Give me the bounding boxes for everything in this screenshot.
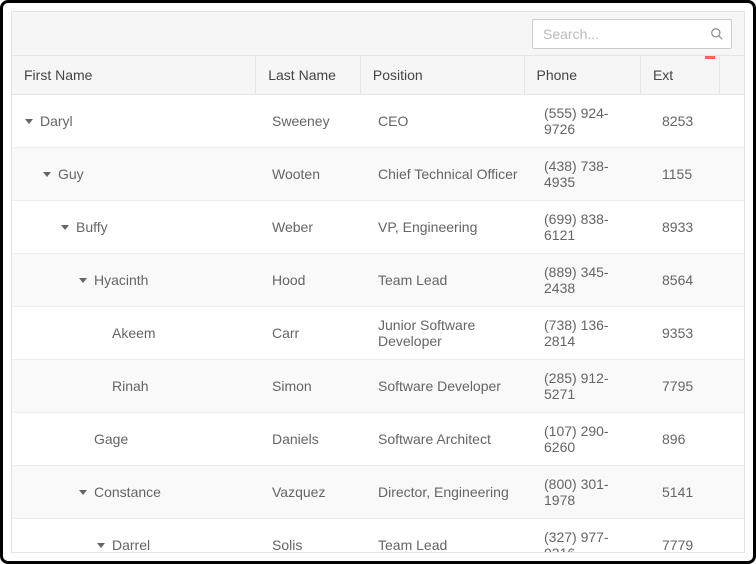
- table-row[interactable]: Daryl SweeneyCEO(555) 924-97268253: [12, 95, 744, 148]
- cell-position: CEO: [366, 95, 532, 147]
- cell-first-name: Akeem: [12, 307, 260, 359]
- expand-toggle[interactable]: [42, 169, 52, 179]
- caret-down-icon: [97, 543, 105, 548]
- header-scrollbar-spacer: [720, 56, 744, 94]
- table-row[interactable]: Guy WootenChief Technical Officer(438) 73…: [12, 148, 744, 201]
- cell-last-name: Simon: [260, 360, 366, 412]
- table-row[interactable]: Akeem CarrJunior Software Developer(738) …: [12, 307, 744, 360]
- cell-last-name: Sweeney: [260, 95, 366, 147]
- cell-ext: 8253: [650, 95, 730, 147]
- cell-ext: 1155: [650, 148, 730, 200]
- first-name-text: Buffy: [76, 219, 108, 235]
- cell-first-name: Darrel: [12, 519, 260, 553]
- header-phone[interactable]: Phone: [525, 56, 641, 94]
- table-row[interactable]: Constance VazquezDirector, Engineering(80…: [12, 466, 744, 519]
- table-row[interactable]: Gage DanielsSoftware Architect(107) 290-6…: [12, 413, 744, 466]
- expand-toggle[interactable]: [78, 275, 88, 285]
- first-name-text: Guy: [58, 166, 84, 182]
- cell-ext: 5141: [650, 466, 730, 518]
- cell-ext: 9353: [650, 307, 730, 359]
- column-headers: First Name Last Name Position Phone Ext: [11, 55, 745, 95]
- cell-position: VP, Engineering: [366, 201, 532, 253]
- cell-ext: 8564: [650, 254, 730, 306]
- cell-first-name: Hyacinth: [12, 254, 260, 306]
- search-icon[interactable]: [710, 27, 724, 41]
- cell-phone: (107) 290-6260: [532, 413, 650, 465]
- cell-ext: 7779: [650, 519, 730, 553]
- cell-phone: (889) 345-2438: [532, 254, 650, 306]
- first-name-text: Hyacinth: [94, 272, 148, 288]
- cell-position: Software Architect: [366, 413, 532, 465]
- first-name-text: Constance: [94, 484, 161, 500]
- cell-position: Junior Software Developer: [366, 307, 532, 359]
- toolbar: [11, 11, 745, 55]
- header-ext[interactable]: Ext: [641, 56, 720, 94]
- header-label: Ext: [653, 67, 673, 83]
- header-label: Phone: [537, 67, 577, 83]
- first-name-text: Gage: [94, 431, 128, 447]
- cell-first-name: Constance: [12, 466, 260, 518]
- search-input[interactable]: [532, 19, 732, 49]
- cell-phone: (800) 301-1978: [532, 466, 650, 518]
- first-name-text: Akeem: [112, 325, 156, 341]
- header-position[interactable]: Position: [361, 56, 525, 94]
- cell-position: Software Developer: [366, 360, 532, 412]
- cell-phone: (555) 924-9726: [532, 95, 650, 147]
- cell-ext: 7795: [650, 360, 730, 412]
- expand-toggle[interactable]: [24, 116, 34, 126]
- cell-ext: 896: [650, 413, 730, 465]
- loading-indicator-icon: [705, 56, 715, 59]
- grid-body[interactable]: Daryl SweeneyCEO(555) 924-97268253 Guy Woot…: [11, 95, 745, 553]
- table-row[interactable]: Darrel SolisTeam Lead(327) 977-02167779: [12, 519, 744, 553]
- table-row[interactable]: Buffy WeberVP, Engineering(699) 838-61218…: [12, 201, 744, 254]
- cell-phone: (438) 738-4935: [532, 148, 650, 200]
- cell-first-name: Daryl: [12, 95, 260, 147]
- cell-last-name: Carr: [260, 307, 366, 359]
- cell-last-name: Solis: [260, 519, 366, 553]
- caret-down-icon: [25, 119, 33, 124]
- cell-position: Chief Technical Officer: [366, 148, 532, 200]
- first-name-text: Rinah: [112, 378, 149, 394]
- cell-position: Team Lead: [366, 519, 532, 553]
- header-last-name[interactable]: Last Name: [256, 56, 361, 94]
- caret-down-icon: [61, 225, 69, 230]
- cell-phone: (327) 977-0216: [532, 519, 650, 553]
- table-row[interactable]: Hyacinth HoodTeam Lead(889) 345-24388564: [12, 254, 744, 307]
- header-first-name[interactable]: First Name: [12, 56, 256, 94]
- cell-first-name: Gage: [12, 413, 260, 465]
- cell-first-name: Rinah: [12, 360, 260, 412]
- cell-last-name: Weber: [260, 201, 366, 253]
- treelist-container: First Name Last Name Position Phone Ext …: [0, 0, 756, 564]
- cell-phone: (699) 838-6121: [532, 201, 650, 253]
- cell-last-name: Vazquez: [260, 466, 366, 518]
- first-name-text: Darrel: [112, 537, 150, 553]
- cell-last-name: Hood: [260, 254, 366, 306]
- cell-ext: 8933: [650, 201, 730, 253]
- caret-down-icon: [79, 278, 87, 283]
- caret-down-icon: [43, 172, 51, 177]
- first-name-text: Daryl: [40, 113, 73, 129]
- header-label: Position: [373, 67, 423, 83]
- header-label: First Name: [24, 67, 92, 83]
- expand-toggle[interactable]: [78, 487, 88, 497]
- header-label: Last Name: [268, 67, 336, 83]
- cell-first-name: Buffy: [12, 201, 260, 253]
- cell-position: Director, Engineering: [366, 466, 532, 518]
- cell-last-name: Daniels: [260, 413, 366, 465]
- expand-toggle[interactable]: [96, 540, 106, 550]
- cell-phone: (738) 136-2814: [532, 307, 650, 359]
- expand-toggle[interactable]: [60, 222, 70, 232]
- caret-down-icon: [79, 490, 87, 495]
- table-row[interactable]: Rinah SimonSoftware Developer(285) 912-52…: [12, 360, 744, 413]
- search-box: [532, 19, 732, 49]
- cell-last-name: Wooten: [260, 148, 366, 200]
- cell-phone: (285) 912-5271: [532, 360, 650, 412]
- cell-position: Team Lead: [366, 254, 532, 306]
- cell-first-name: Guy: [12, 148, 260, 200]
